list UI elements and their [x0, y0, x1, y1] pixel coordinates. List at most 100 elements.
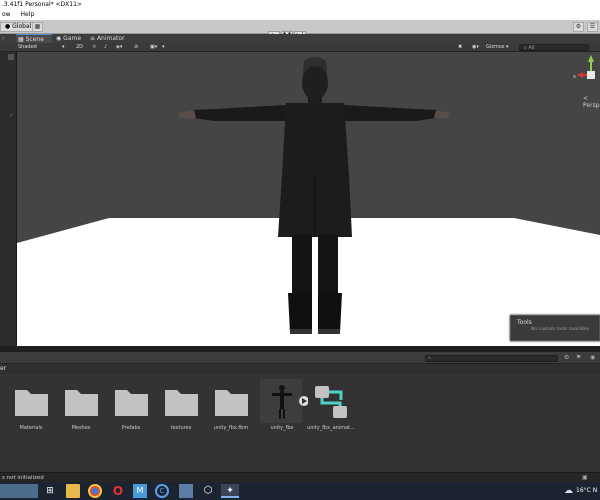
tab-animator-label: Animator — [96, 35, 125, 42]
svg-text:x: x — [573, 74, 576, 80]
tab-game-label: Game — [63, 35, 82, 42]
main-toolbar: ● Global ▦ ▶❚❚▶| ⚙ ☰ — [0, 20, 600, 41]
search-icon: ⌕ — [524, 45, 527, 51]
scene-view-options[interactable]: ▾ — [162, 44, 172, 51]
toggle-2d-button[interactable]: 2D — [76, 44, 88, 51]
render-dropdown[interactable]: ◉▾ — [472, 44, 484, 51]
folder-icon — [65, 390, 98, 416]
menu-item-window[interactable]: ow — [2, 11, 11, 18]
asset-label: unity_fbx.fbm — [213, 425, 249, 431]
asset-label: Prefabs — [121, 425, 141, 431]
chevron-down-icon: ▾ — [506, 44, 509, 50]
chevron-down-icon: ▾ — [162, 44, 165, 50]
file-explorer-icon[interactable] — [66, 484, 80, 498]
tools-toggle[interactable]: ✖ — [458, 44, 468, 51]
tab-scroll-left[interactable]: ‹ — [0, 34, 14, 43]
scene-toolbar: Shaded ▾ 2D ☼ ♪ ◈▾ ⊘ ▣▾ ▾ ✖ ◉▾ Gizmos ▾ … — [0, 43, 600, 52]
shading-mode-dropdown[interactable]: Shaded ▾ — [18, 44, 68, 51]
effects-dropdown[interactable]: ◈▾ — [116, 44, 132, 51]
gamepad-icon: ◉ — [56, 35, 62, 42]
character-model[interactable] — [174, 55, 454, 337]
app-c-icon[interactable]: C — [155, 484, 169, 498]
gizmos-label: Gizmos — [486, 44, 505, 50]
tray-extra: N — [592, 487, 598, 494]
app-m-icon[interactable]: M — [133, 484, 147, 498]
app-calculator-icon[interactable] — [179, 484, 193, 498]
lighting-toggle[interactable]: ☼ — [92, 44, 102, 51]
folder-icon — [165, 390, 198, 416]
asset-unity-fbx[interactable]: unity_fbx — [256, 379, 309, 431]
speaker-icon: ♪ — [104, 44, 108, 50]
pivot-space-toggle[interactable]: ● Global — [0, 22, 37, 32]
scene-search-input[interactable]: ⌕ All — [519, 44, 589, 51]
label-icon[interactable]: ⚑ — [576, 354, 581, 361]
animator-controller-icon — [315, 386, 347, 418]
folder-icon — [215, 390, 248, 416]
layers-icon: ☰ — [589, 23, 596, 30]
filter-icon[interactable]: ⚙ — [564, 354, 569, 361]
temperature-readout: 16°C — [576, 487, 591, 494]
layers-button[interactable]: ☰ — [587, 22, 598, 32]
folder-icon — [15, 390, 48, 416]
tools-overlay-message: No custom tools available — [531, 327, 590, 332]
folder-icon — [115, 390, 148, 416]
eye-icon[interactable]: ◉ — [590, 354, 595, 361]
tab-animator[interactable]: ≡ Animator — [88, 34, 136, 43]
grid-icon: ▦ — [18, 36, 24, 43]
view-tab-bar: ‹ ▦ Scene ◉ Game ≡ Animator — [0, 34, 600, 43]
asset-textures[interactable]: textures — [155, 386, 207, 431]
project-toolbar: ⌕ ⚙ ⚑ ◉ — [0, 352, 600, 364]
effects-icon: ◈▾ — [116, 44, 123, 50]
project-breadcrumb: er — [0, 364, 600, 374]
tab-scene-label: Scene — [25, 36, 44, 43]
asset-materials[interactable]: Materials — [5, 386, 57, 431]
asset-prefabs[interactable]: Prefabs — [105, 386, 157, 431]
project-search-input[interactable]: ⌕ — [425, 355, 558, 362]
taskbar-tray[interactable]: 16°C N — [562, 484, 597, 498]
asset-unity-fbx-fbm[interactable]: unity_fbx.fbm — [205, 386, 257, 431]
breadcrumb-folder[interactable]: er — [0, 365, 6, 372]
asset-label: unity_fbx_animat... — [307, 425, 355, 431]
asset-label: Meshes — [71, 425, 91, 431]
toggle-2d-label: 2D — [76, 44, 84, 50]
os-taskbar: ⊞ O M C ⬡ ✦ ☁ — [0, 482, 600, 500]
hierarchy-panel-collapsed[interactable]: › — [0, 52, 17, 346]
camera-icon: ▣▾ — [150, 44, 158, 50]
unity-hub-icon[interactable]: ⬡ — [201, 484, 215, 498]
chrome-icon[interactable] — [88, 484, 102, 498]
status-message[interactable]: s not initialized — [2, 475, 44, 481]
pivot-space-label: Global — [12, 23, 32, 30]
scene-viewport[interactable] — [17, 52, 600, 346]
shading-mode-label: Shaded — [18, 44, 37, 50]
tools-overlay-title: Tools — [517, 319, 532, 326]
audio-toggle[interactable]: ♪ — [104, 44, 114, 51]
menu-item-help[interactable]: Help — [21, 11, 35, 18]
settings-button[interactable]: ⚙ — [573, 22, 584, 32]
panel-menu-icon[interactable] — [8, 54, 14, 60]
asset-label: textures — [170, 425, 192, 431]
projection-label[interactable]: < Persp — [583, 95, 600, 109]
eye-slash-icon: ⊘ — [134, 44, 139, 50]
task-view-icon[interactable]: ⊞ — [43, 484, 57, 498]
grid-snap-button[interactable]: ▦ — [32, 22, 43, 32]
opera-icon[interactable]: O — [111, 484, 125, 498]
asset-label: unity_fbx — [270, 425, 294, 431]
tab-game[interactable]: ◉ Game — [54, 34, 88, 43]
gear-icon: ⚙ — [575, 23, 582, 30]
asset-meshes[interactable]: Meshes — [55, 386, 107, 431]
asset-unity-fbx-animator[interactable]: unity_fbx_animat... — [305, 386, 357, 431]
chevron-down-icon: ▾ — [62, 44, 65, 50]
tab-scene[interactable]: ▦ Scene — [16, 34, 52, 43]
tools-overlay-panel[interactable]: ⋮ Tools No custom tools available — [510, 315, 600, 341]
search-icon: ⌕ — [428, 355, 431, 361]
window-title: .3.41f1 Personal* <DX11> — [2, 1, 82, 8]
asset-label: Materials — [19, 425, 43, 431]
hidden-objects-toggle[interactable]: ⊘ — [134, 44, 150, 51]
unity-editor-icon[interactable]: ✦ — [221, 484, 239, 498]
lightbulb-icon: ☼ — [92, 44, 97, 50]
start-area-thumbnail[interactable] — [0, 484, 38, 498]
scene-search-placeholder: All — [528, 45, 535, 51]
gizmos-dropdown[interactable]: Gizmos ▾ — [486, 44, 516, 51]
animator-icon: ≡ — [90, 35, 96, 42]
chevron-right-icon[interactable]: › — [10, 112, 12, 119]
